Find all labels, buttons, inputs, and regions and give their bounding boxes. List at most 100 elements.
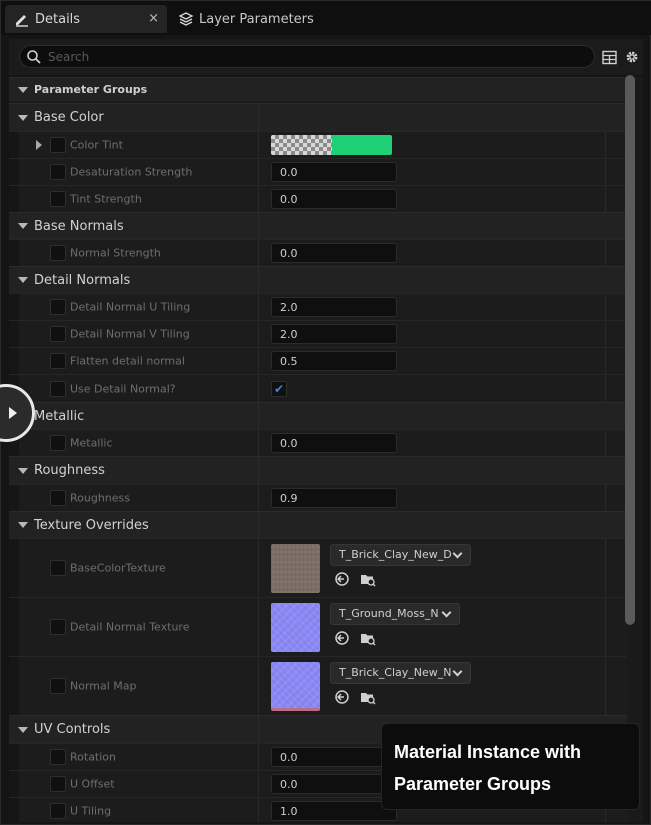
group-metallic[interactable]: Metallic (9, 402, 627, 429)
search-icon (26, 49, 42, 69)
column-divider (258, 716, 259, 743)
value-field[interactable]: 0.0 (271, 162, 397, 182)
value-field[interactable]: 1.0 (271, 801, 397, 821)
column-divider (258, 457, 259, 484)
group-roughness[interactable]: Roughness (9, 456, 627, 484)
texture-thumbnail[interactable] (271, 603, 320, 652)
column-divider (258, 321, 259, 347)
value-field[interactable]: 2.0 (271, 324, 397, 344)
property-panel: Parameter Groups Base Color Color Tint D… (9, 77, 643, 822)
override-checkbox[interactable] (50, 560, 66, 576)
param-row-color-tint: Color Tint (9, 131, 627, 158)
tab-layer-parameters-label: Layer Parameters (199, 11, 314, 27)
collapse-arrow-icon[interactable] (18, 223, 28, 229)
column-divider (258, 485, 259, 511)
use-selected-icon[interactable] (333, 688, 351, 706)
table-view-icon[interactable] (599, 47, 619, 67)
collapse-arrow-icon[interactable] (18, 467, 28, 474)
value-field[interactable]: 0.0 (271, 433, 397, 453)
value-field[interactable]: 0.5 (271, 351, 397, 371)
asset-picker[interactable]: T_Brick_Clay_New_D (330, 544, 471, 566)
tab-details[interactable]: Details × (5, 5, 167, 33)
param-row-desaturation-strength: Desaturation Strength 0.0 (9, 158, 627, 185)
section-parameter-groups[interactable]: Parameter Groups (9, 77, 627, 101)
override-checkbox[interactable] (50, 164, 66, 180)
chevron-down-icon (452, 666, 463, 677)
override-checkbox[interactable] (50, 245, 66, 261)
use-selected-icon[interactable] (333, 570, 351, 588)
asset-picker[interactable]: T_Brick_Clay_New_N (330, 662, 471, 684)
column-divider (605, 348, 606, 374)
param-row-detail-normal-v-tiling: Detail Normal V Tiling 2.0 (9, 320, 627, 347)
collapse-arrow-icon[interactable] (18, 114, 28, 121)
row-gutter (9, 539, 19, 597)
search-box[interactable] (19, 45, 595, 68)
layers-icon (177, 10, 195, 28)
color-swatch[interactable] (271, 135, 392, 155)
override-checkbox[interactable] (50, 435, 66, 451)
param-name: BaseColorTexture (70, 561, 166, 575)
column-divider (258, 744, 259, 770)
collapse-arrow-icon[interactable] (18, 726, 28, 733)
value-field[interactable]: 0.0 (271, 774, 397, 794)
param-row-metallic: Metallic 0.0 (9, 429, 627, 456)
texture-thumbnail[interactable] (271, 544, 320, 593)
column-divider (605, 294, 606, 320)
value-field[interactable]: 0.9 (271, 488, 397, 508)
override-checkbox[interactable] (50, 619, 66, 635)
value-field[interactable]: 0.0 (271, 189, 397, 209)
use-selected-icon[interactable] (333, 629, 351, 647)
override-checkbox[interactable] (50, 137, 66, 153)
vertical-scrollbar[interactable] (625, 75, 635, 625)
override-checkbox[interactable] (50, 490, 66, 506)
texture-thumbnail[interactable] (271, 662, 320, 711)
caption-line-1: Material Instance with (394, 742, 582, 762)
group-detail-normals[interactable]: Detail Normals (9, 266, 627, 293)
override-checkbox[interactable] (50, 380, 66, 397)
group-title: Detail Normals (34, 272, 131, 288)
column-divider (258, 213, 259, 239)
group-title: UV Controls (34, 722, 111, 737)
collapse-arrow-icon[interactable] (18, 277, 28, 283)
column-divider (258, 430, 259, 456)
collapse-arrow-icon[interactable] (18, 522, 28, 528)
group-base-normals[interactable]: Base Normals (9, 212, 627, 239)
override-checkbox[interactable] (50, 353, 66, 369)
override-checkbox[interactable] (50, 776, 66, 792)
override-checkbox[interactable] (50, 803, 66, 819)
tab-layer-parameters[interactable]: Layer Parameters (169, 5, 329, 33)
value-field[interactable]: 2.0 (271, 297, 397, 317)
override-checkbox[interactable] (50, 191, 66, 207)
asset-name: T_Brick_Clay_New_D (339, 548, 452, 561)
param-name: Use Detail Normal? (70, 382, 176, 395)
row-gutter (9, 598, 19, 656)
group-texture-overrides[interactable]: Texture Overrides (9, 511, 627, 538)
param-row-tint-strength: Tint Strength 0.0 (9, 185, 627, 212)
browse-folder-icon[interactable] (359, 570, 377, 588)
group-title: Roughness (34, 463, 105, 478)
search-input[interactable] (48, 48, 578, 65)
override-checkbox[interactable] (50, 749, 66, 765)
column-divider (258, 539, 259, 597)
gear-icon[interactable] (622, 47, 642, 67)
group-title: Base Color (34, 110, 104, 125)
value-checkbox[interactable]: ✔ (271, 380, 287, 397)
close-icon[interactable]: × (148, 11, 159, 26)
override-checkbox[interactable] (50, 299, 66, 315)
group-base-color[interactable]: Base Color (9, 103, 627, 131)
color-tint-solid (332, 135, 392, 155)
expand-arrow-icon[interactable] (36, 140, 42, 150)
param-name: U Tiling (70, 804, 112, 818)
browse-folder-icon[interactable] (359, 688, 377, 706)
override-checkbox[interactable] (50, 678, 66, 694)
collapse-arrow-icon[interactable] (18, 86, 28, 93)
override-checkbox[interactable] (50, 326, 66, 342)
value-field[interactable]: 0.0 (271, 243, 397, 263)
browse-folder-icon[interactable] (359, 629, 377, 647)
asset-picker[interactable]: T_Ground_Moss_N (330, 603, 460, 625)
value-field[interactable]: 0.0 (271, 747, 397, 767)
param-row-normal-map: Normal Map T_Brick_Clay_New_N (9, 656, 627, 715)
column-divider (605, 132, 606, 158)
column-divider (258, 771, 259, 797)
column-divider (605, 186, 606, 212)
